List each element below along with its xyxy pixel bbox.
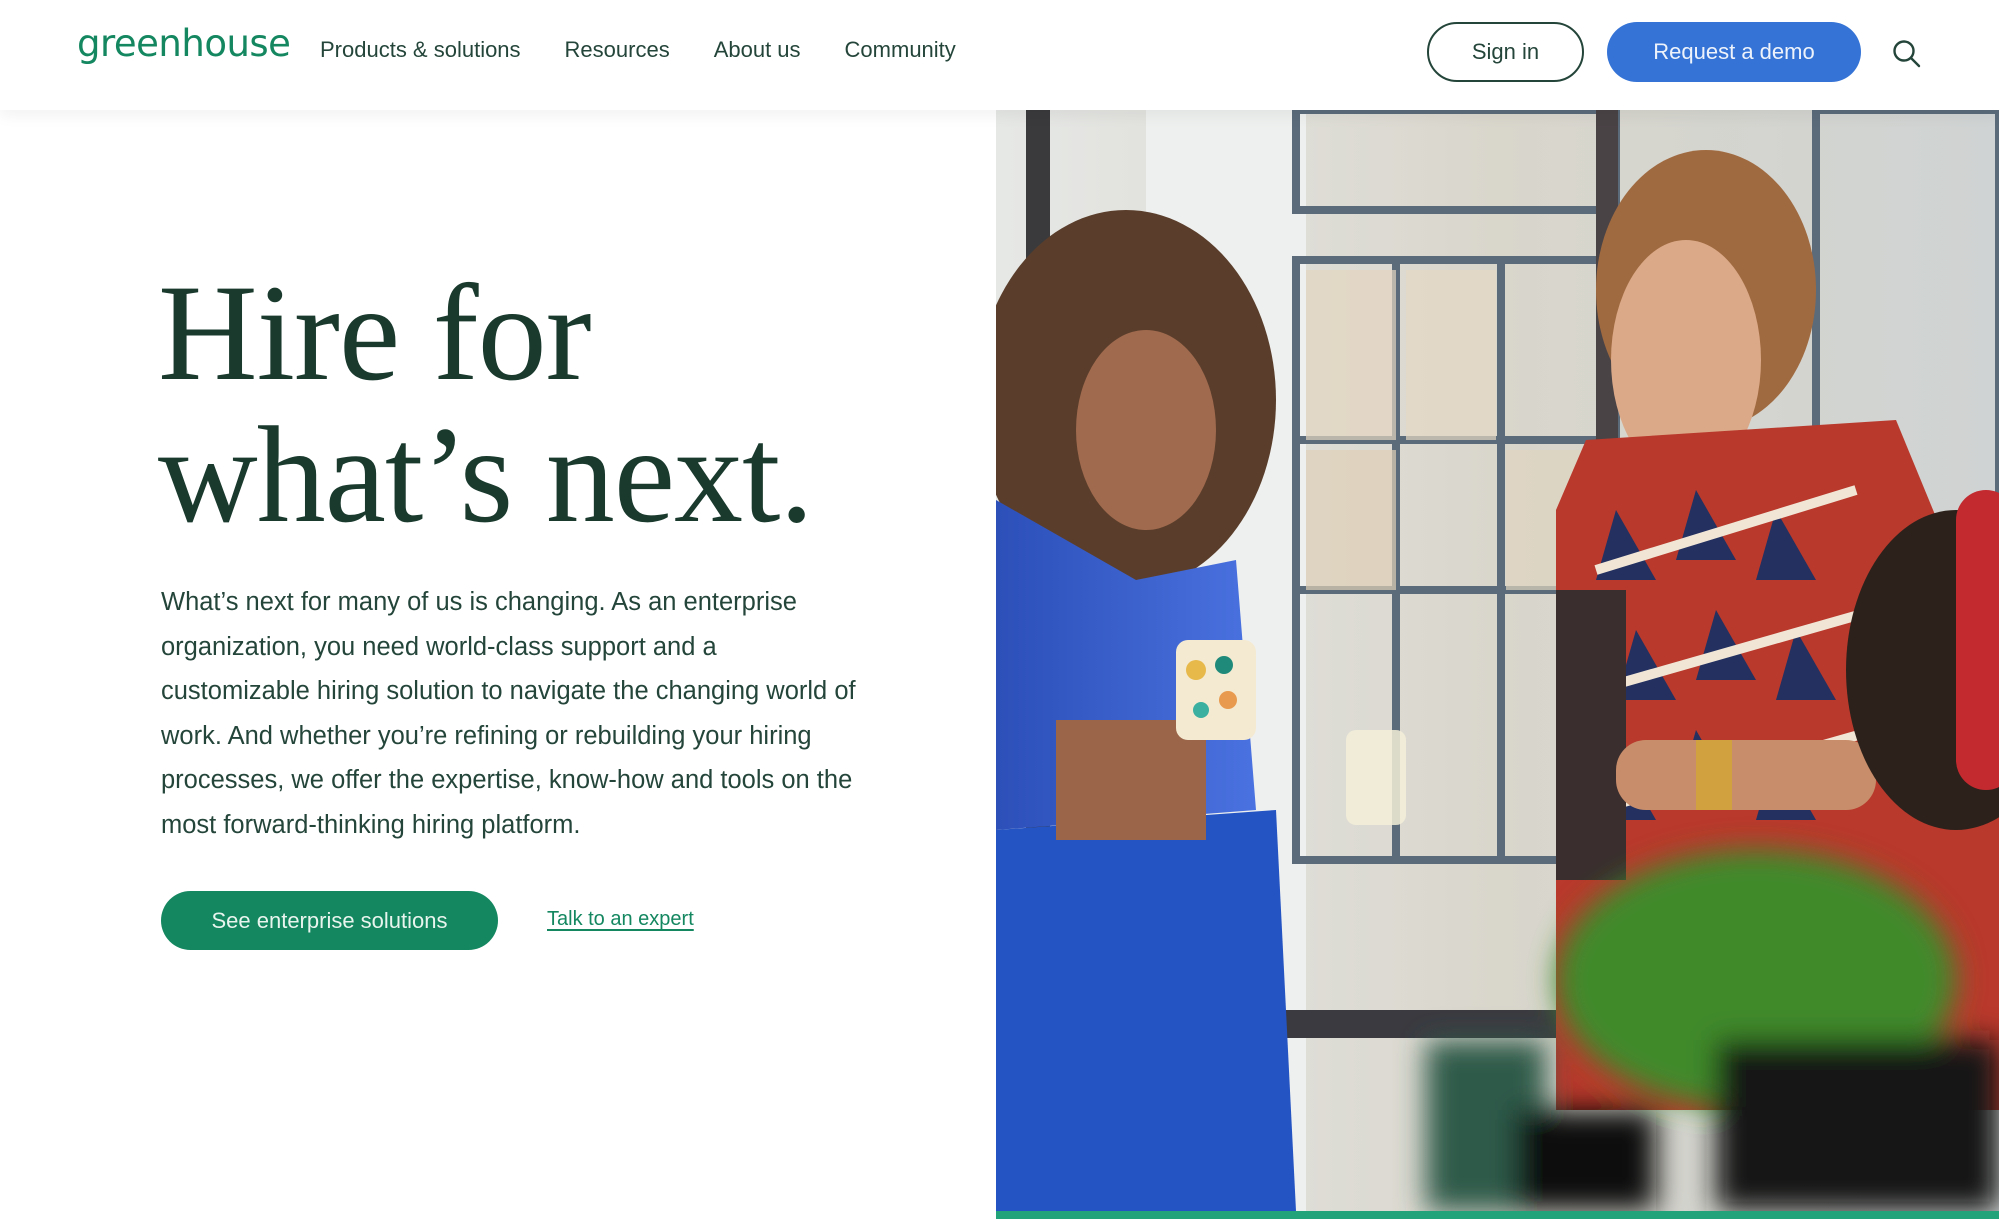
- nav-products-solutions[interactable]: Products & solutions: [320, 37, 521, 63]
- nav-resources[interactable]: Resources: [565, 37, 670, 63]
- nav-community[interactable]: Community: [845, 37, 956, 63]
- hero-headline: Hire for what’s next.: [158, 256, 814, 551]
- headline-line-2: what’s next.: [158, 398, 814, 551]
- hero-accent-bar: [996, 1211, 1999, 1219]
- headline-line-1: Hire for: [158, 256, 592, 409]
- site-header: greenhouse Products & solutions Resource…: [0, 0, 1999, 110]
- hero-description: What’s next for many of us is changing. …: [161, 588, 856, 839]
- main-nav: Products & solutions Resources About us …: [320, 37, 956, 63]
- request-demo-button[interactable]: Request a demo: [1607, 22, 1861, 82]
- search-icon[interactable]: [1891, 38, 1923, 70]
- hero-photo: [996, 110, 1999, 1211]
- talk-to-expert-link[interactable]: Talk to an expert: [547, 908, 694, 931]
- nav-about-us[interactable]: About us: [714, 37, 801, 63]
- greenhouse-logo[interactable]: greenhouse: [77, 22, 291, 65]
- see-enterprise-solutions-button[interactable]: See enterprise solutions: [161, 891, 498, 950]
- sign-in-button[interactable]: Sign in: [1427, 22, 1584, 82]
